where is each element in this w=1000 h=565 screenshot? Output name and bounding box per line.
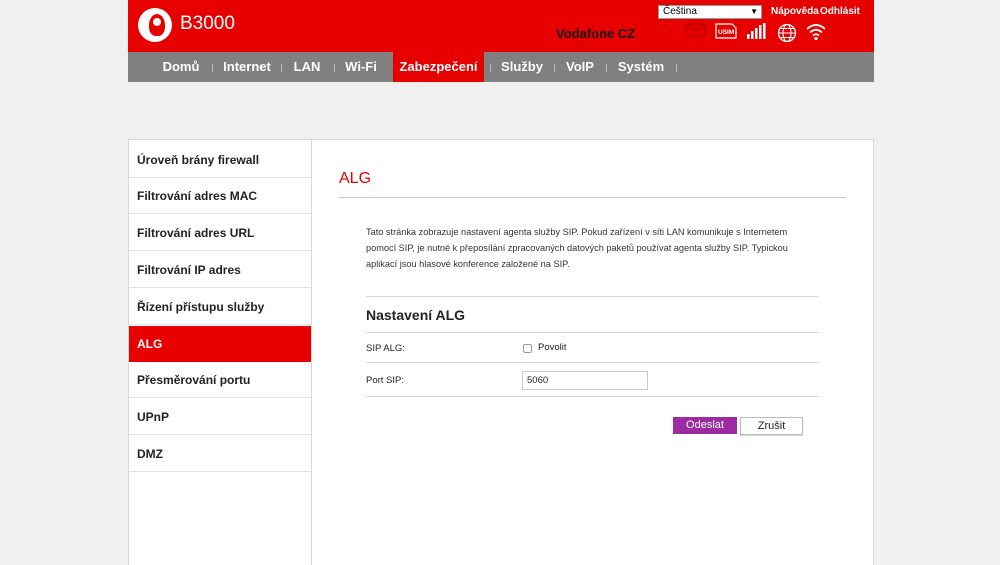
sidebar-item-url-filter[interactable]: Filtrování adres URL	[129, 215, 311, 251]
nav-divider	[212, 64, 213, 72]
sip-port-label: Port SIP:	[366, 375, 405, 386]
nav-services[interactable]: Služby	[496, 52, 548, 82]
sidebar-item-dmz[interactable]: DMZ	[129, 436, 311, 472]
nav-divider	[334, 64, 335, 72]
signal-icon	[747, 23, 766, 39]
nav-system[interactable]: Systém	[614, 52, 668, 82]
nav-wifi[interactable]: Wi-Fi	[340, 52, 382, 82]
sidebar-item-upnp[interactable]: UPnP	[129, 399, 311, 435]
help-link[interactable]: Nápověda	[771, 6, 819, 17]
sidebar-item-service-access[interactable]: Řízení přístupu služby	[129, 289, 311, 325]
sidebar-item-ip-filter[interactable]: Filtrování IP adres	[129, 252, 311, 288]
nav-security[interactable]: Zabezpečení	[393, 52, 484, 82]
nav-divider	[281, 64, 282, 72]
nav-divider	[490, 64, 491, 72]
mail-icon	[686, 23, 706, 37]
nav-divider	[554, 64, 555, 72]
section-title: Nastavení ALG	[366, 307, 466, 323]
submit-button[interactable]: Odeslat	[673, 417, 737, 434]
svg-text:USIM: USIM	[718, 29, 734, 36]
nav-divider	[606, 64, 607, 72]
sidebar-item-port-forwarding[interactable]: Přesměrování portu	[129, 362, 311, 398]
nav-internet[interactable]: Internet	[218, 52, 276, 82]
globe-icon	[777, 23, 797, 43]
sip-alg-label: SIP ALG:	[366, 343, 405, 354]
main-nav: Domů Internet LAN Wi-Fi Zabezpečení Služ…	[128, 52, 874, 82]
device-model: B3000	[180, 13, 235, 34]
cancel-button[interactable]: Zrušit	[740, 417, 803, 435]
nav-divider	[676, 64, 677, 72]
usim-icon: USIM	[715, 23, 737, 39]
sidebar-item-firewall-level[interactable]: Úroveň brány firewall	[129, 142, 311, 178]
nav-home[interactable]: Domů	[154, 52, 208, 82]
section-divider	[366, 296, 819, 297]
page-title: ALG	[339, 170, 372, 187]
sidebar-item-alg[interactable]: ALG	[129, 326, 311, 362]
sidebar-item-mac-filter[interactable]: Filtrování adres MAC	[129, 178, 311, 214]
row-divider	[366, 396, 819, 397]
section-divider	[366, 332, 819, 333]
wifi-icon	[806, 24, 826, 41]
page-description: Tato stránka zobrazuje nastavení agenta …	[366, 227, 788, 269]
row-divider	[366, 362, 819, 363]
nav-voip[interactable]: VoIP	[561, 52, 599, 82]
main-panel: Úroveň brány firewall Filtrování adres M…	[128, 139, 874, 565]
vodafone-logo-icon	[138, 8, 172, 42]
top-header: B3000 Čeština ▼ Nápověda Odhlásit Vodafo…	[128, 0, 874, 52]
sip-port-input[interactable]: 5060	[522, 371, 648, 390]
sidebar: Úroveň brány firewall Filtrování adres M…	[129, 140, 312, 565]
language-select[interactable]: Čeština ▼	[658, 5, 762, 19]
title-divider	[339, 197, 846, 198]
logout-link[interactable]: Odhlásit	[820, 6, 860, 17]
sip-alg-enable-checkbox[interactable]	[523, 344, 532, 353]
enable-label: Povolit	[538, 342, 567, 353]
chevron-down-icon: ▼	[750, 7, 758, 16]
nav-lan[interactable]: LAN	[288, 52, 326, 82]
operator-name: Vodafone CZ	[556, 26, 636, 41]
